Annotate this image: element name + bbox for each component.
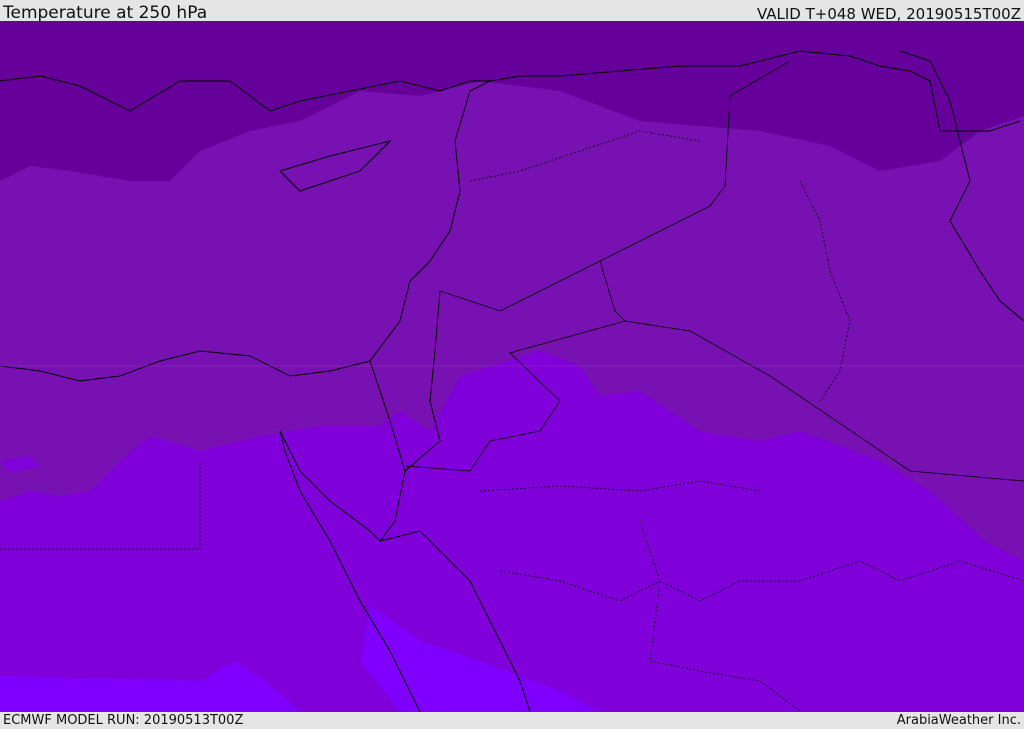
model-run-label: ECMWF MODEL RUN: 20190513T00Z <box>3 713 244 728</box>
map-title: Temperature at 250 hPa <box>3 3 208 23</box>
credit-label: ArabiaWeather Inc. <box>896 713 1021 728</box>
header-bar: Temperature at 250 hPa VALID T+048 WED, … <box>0 0 1024 23</box>
temperature-map <box>0 21 1024 712</box>
footer-bar: ECMWF MODEL RUN: 20190513T00Z ArabiaWeat… <box>0 712 1024 729</box>
